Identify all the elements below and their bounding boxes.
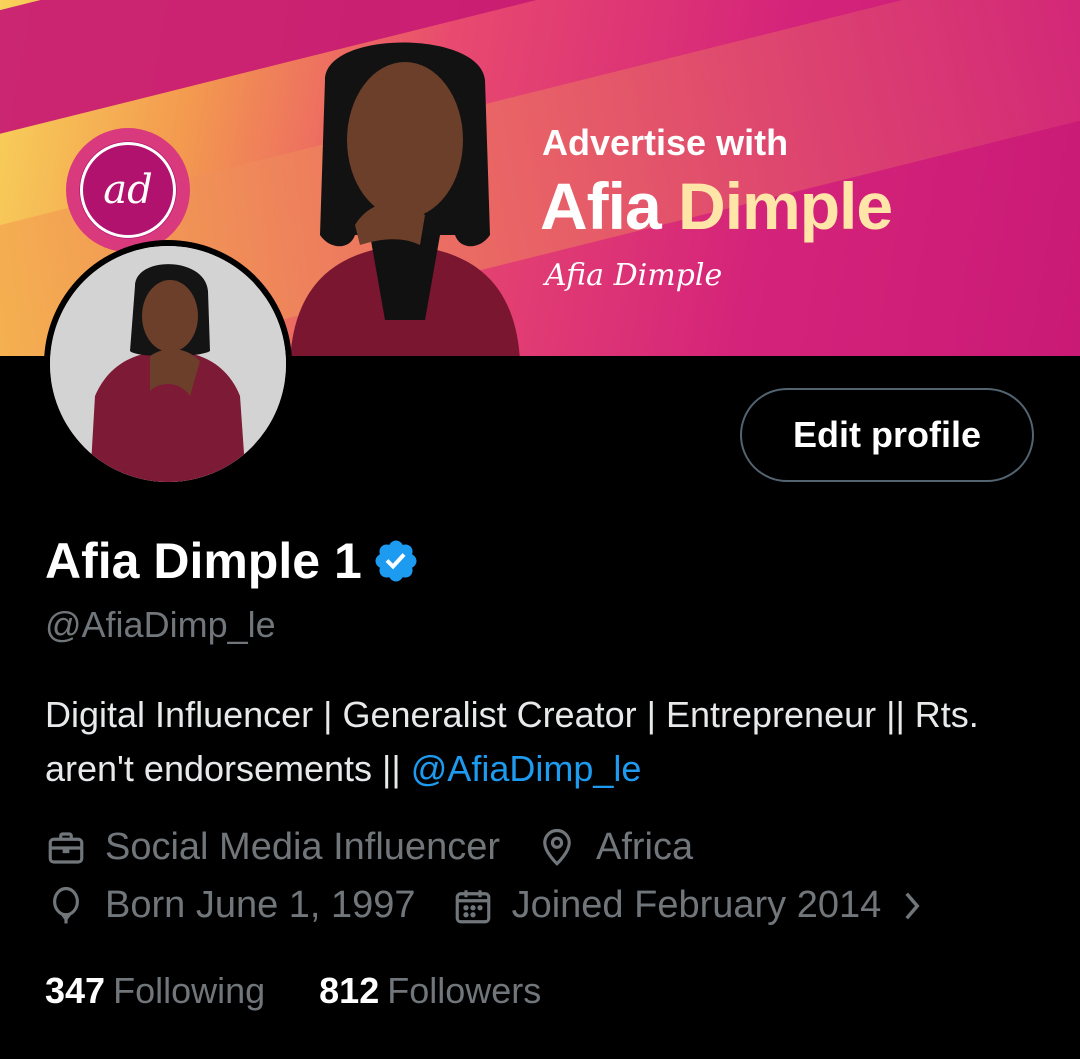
banner-headline: Afia Dimple bbox=[540, 168, 893, 244]
bio-mention-link[interactable]: @AfiaDimp_le bbox=[411, 748, 642, 789]
user-handle: @AfiaDimp_le bbox=[45, 604, 276, 645]
following-count: 347 bbox=[45, 970, 106, 1011]
following-label: Following bbox=[113, 970, 266, 1011]
banner-portrait bbox=[290, 42, 520, 356]
profile-category: Social Media Influencer bbox=[45, 826, 500, 869]
banner-signature: Afia Dimple bbox=[545, 258, 723, 293]
profile-location: Africa bbox=[536, 826, 693, 869]
profile-bio: Digital Influencer | Generalist Creator … bbox=[45, 688, 1045, 796]
banner-headline-second: Dimple bbox=[678, 169, 893, 243]
follow-stats: 347 Following 812 Followers bbox=[45, 970, 595, 1012]
profile-meta-row: Social Media Influencer Africa bbox=[45, 826, 729, 869]
brand-logo: ad bbox=[66, 128, 190, 252]
followers-label: Followers bbox=[387, 970, 542, 1011]
verified-badge-icon bbox=[375, 540, 417, 582]
followers-count: 812 bbox=[319, 970, 380, 1011]
edit-profile-button[interactable]: Edit profile bbox=[740, 388, 1034, 482]
banner-tagline: Advertise with bbox=[542, 122, 789, 163]
followers-link[interactable]: 812 Followers bbox=[319, 970, 541, 1012]
avatar-portrait bbox=[50, 246, 286, 482]
calendar-icon bbox=[455, 889, 490, 923]
profile-joined[interactable]: Joined February 2014 bbox=[452, 884, 952, 927]
location-label: Africa bbox=[596, 826, 694, 868]
briefcase-icon bbox=[48, 831, 84, 864]
category-label: Social Media Influencer bbox=[105, 826, 500, 868]
banner-headline-first: Afia bbox=[540, 169, 662, 243]
name-row: Afia Dimple 1 bbox=[45, 532, 420, 590]
display-name: Afia Dimple 1 bbox=[45, 533, 362, 589]
balloon-icon bbox=[53, 886, 79, 923]
birthday-label: Born June 1, 1997 bbox=[105, 884, 416, 926]
avatar[interactable] bbox=[44, 240, 292, 488]
avatar-image bbox=[50, 246, 286, 482]
profile-meta-row: Born June 1, 1997 Joined February 2014 bbox=[45, 884, 987, 927]
following-link[interactable]: 347 Following bbox=[45, 970, 265, 1012]
brand-logo-text: ad bbox=[80, 142, 176, 238]
profile-birthday: Born June 1, 1997 bbox=[45, 884, 416, 927]
chevron-right-icon bbox=[905, 892, 920, 919]
joined-label: Joined February 2014 bbox=[511, 884, 882, 926]
location-pin-icon bbox=[543, 828, 571, 866]
